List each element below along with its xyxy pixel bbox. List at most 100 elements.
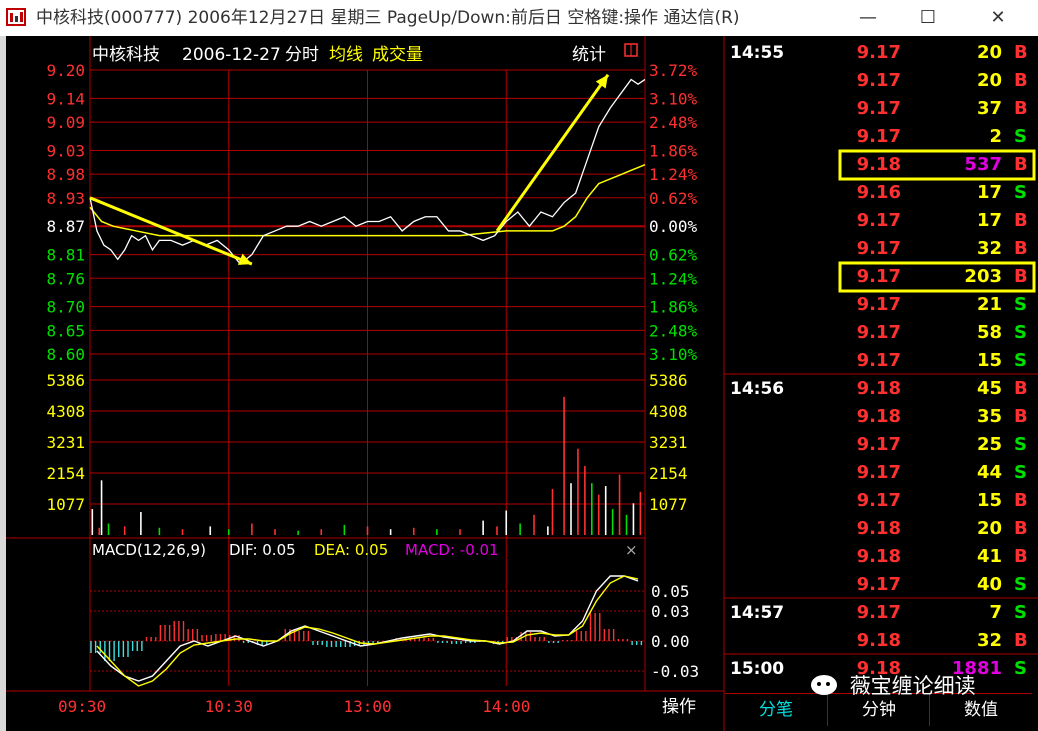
tick-time: 14:55 [730, 43, 784, 63]
time-tick: 09:30 [58, 697, 106, 716]
tick-price: 9.17 [857, 350, 901, 371]
macd-axis: 0.050.03 0.00 -0.03 [651, 582, 699, 681]
operate-button[interactable]: 操作 [662, 697, 696, 717]
tick-side: S [1014, 574, 1027, 595]
price-tick-left: 8.65 [46, 321, 85, 340]
stats-button[interactable]: 统计 [572, 45, 606, 65]
tick-side: B [1014, 266, 1028, 287]
close-button[interactable]: ✕ [975, 0, 1021, 36]
volume-label[interactable]: 成交量 [372, 45, 423, 65]
tick-volume: 58 [977, 322, 1002, 343]
price-tick-left: 9.14 [46, 89, 85, 108]
price-tick-left: 9.20 [46, 61, 85, 80]
tick-volume: 17 [977, 182, 1002, 203]
minimize-button[interactable]: — [845, 0, 891, 36]
tick-side: S [1014, 294, 1027, 315]
price-tick-right: 3.10% [649, 345, 698, 364]
tick-price: 9.17 [857, 210, 901, 231]
tick-side: S [1014, 350, 1027, 371]
chart-canvas: 中核科技 2006-12-27 分时 均线 成交量 统计 9.20 9.14 9.0… [6, 36, 1038, 731]
tick-price: 9.17 [857, 490, 901, 511]
price-tick-right: 1.24% [649, 165, 698, 184]
macd-title: MACD(12,26,9) [92, 541, 206, 559]
app-icon [6, 8, 26, 26]
price-tick-right: 3.10% [649, 89, 698, 108]
tick-price: 9.17 [857, 434, 901, 455]
tick-price: 9.17 [857, 294, 901, 315]
tick-side: B [1014, 630, 1028, 651]
tick-price: 9.17 [857, 238, 901, 259]
volume-tick-right: 2154 [649, 464, 688, 483]
tick-price: 9.18 [857, 378, 901, 399]
tick-side: B [1014, 70, 1028, 91]
tick-side: B [1014, 546, 1028, 567]
tick-price: 9.17 [857, 574, 901, 595]
price-tick-right: 3.72% [649, 61, 698, 80]
tick-price: 9.16 [857, 182, 901, 203]
tick-volume: 15 [977, 490, 1002, 511]
avg-line-label[interactable]: 均线 [329, 45, 363, 65]
tick-volume: 32 [977, 630, 1002, 651]
tick-time: 15:00 [730, 659, 784, 679]
tick-volume: 20 [977, 70, 1002, 91]
tick-side: B [1014, 518, 1028, 539]
macd-close-icon[interactable]: × [625, 541, 638, 559]
tick-price: 9.18 [857, 546, 901, 567]
price-axis-right: 3.72% 3.10% 2.48% 1.86% 1.24% 0.62% 0.00% 0.62%… [649, 61, 698, 364]
tick-price: 9.17 [857, 98, 901, 119]
volume-tick-left: 2154 [46, 464, 85, 483]
volume-tick-left: 1077 [46, 495, 85, 514]
price-tick-right: 0.62% [649, 189, 698, 208]
price-tick-left: 9.09 [46, 113, 85, 132]
price-tick-left: 8.60 [46, 345, 85, 364]
tick-volume: 40 [977, 574, 1002, 595]
price-tick-right: 0.00% [649, 217, 698, 236]
tick-volume: 44 [977, 462, 1002, 483]
watermark: 薇宝缠论细读 [811, 670, 976, 704]
window-title: 中核科技(000777) 2006年12月27日 星期三 PageUp/Down… [36, 8, 740, 28]
tick-volume: 7 [989, 602, 1002, 623]
price-tick-left: 8.76 [46, 269, 85, 288]
tick-price: 9.17 [857, 322, 901, 343]
tick-price: 9.18 [857, 630, 901, 651]
tick-side: B [1014, 154, 1028, 175]
tick-volume: 37 [977, 98, 1002, 119]
tick-volume: 17 [977, 210, 1002, 231]
time-tick: 13:00 [344, 697, 392, 716]
macd-tick: -0.03 [651, 662, 699, 681]
tick-volume: 45 [977, 378, 1002, 399]
price-tick-right: 2.48% [649, 113, 698, 132]
volume-tick-left: 3231 [46, 433, 85, 452]
price-axis-left: 9.20 9.14 9.09 9.03 8.98 8.93 8.87 8.81 8.76 8.70… [46, 61, 85, 364]
tick-side: B [1014, 42, 1028, 63]
macd-dif: DIF: 0.05 [229, 541, 296, 559]
maximize-button[interactable]: ☐ [905, 0, 951, 36]
tick-side: S [1014, 434, 1027, 455]
tick-side: S [1014, 602, 1027, 623]
tick-volume: 41 [977, 546, 1002, 567]
volume-tick-right: 3231 [649, 433, 688, 452]
tick-volume: 20 [977, 42, 1002, 63]
volume-tick-left: 5386 [46, 371, 85, 390]
watermark-text: 薇宝缠论细读 [849, 674, 976, 698]
main-panel: 中核科技 2006-12-27 分时 均线 成交量 统计 9.20 9.14 9.0… [6, 36, 1038, 731]
tick-volume: 2 [989, 126, 1002, 147]
tick-side: S [1014, 126, 1027, 147]
chart-date: 2006-12-27 [182, 45, 281, 65]
tick-volume: 32 [977, 238, 1002, 259]
wechat-icon [811, 675, 837, 695]
price-tick-right: 1.86% [649, 298, 698, 317]
tick-volume: 25 [977, 434, 1002, 455]
macd-value: MACD: -0.01 [405, 541, 499, 559]
tick-volume: 35 [977, 406, 1002, 427]
tick-side: B [1014, 210, 1028, 231]
price-tick-left: 8.98 [46, 165, 85, 184]
tick-volume: 20 [977, 518, 1002, 539]
tick-side: B [1014, 490, 1028, 511]
price-tick-right: 1.24% [649, 269, 698, 288]
time-axis: 09:30 10:30 13:00 14:00 [58, 697, 530, 716]
price-tick-left: 8.70 [46, 298, 85, 317]
macd-tick: 0.03 [651, 602, 690, 621]
macd-dea: DEA: 0.05 [314, 541, 388, 559]
tick-volume: 21 [977, 294, 1002, 315]
